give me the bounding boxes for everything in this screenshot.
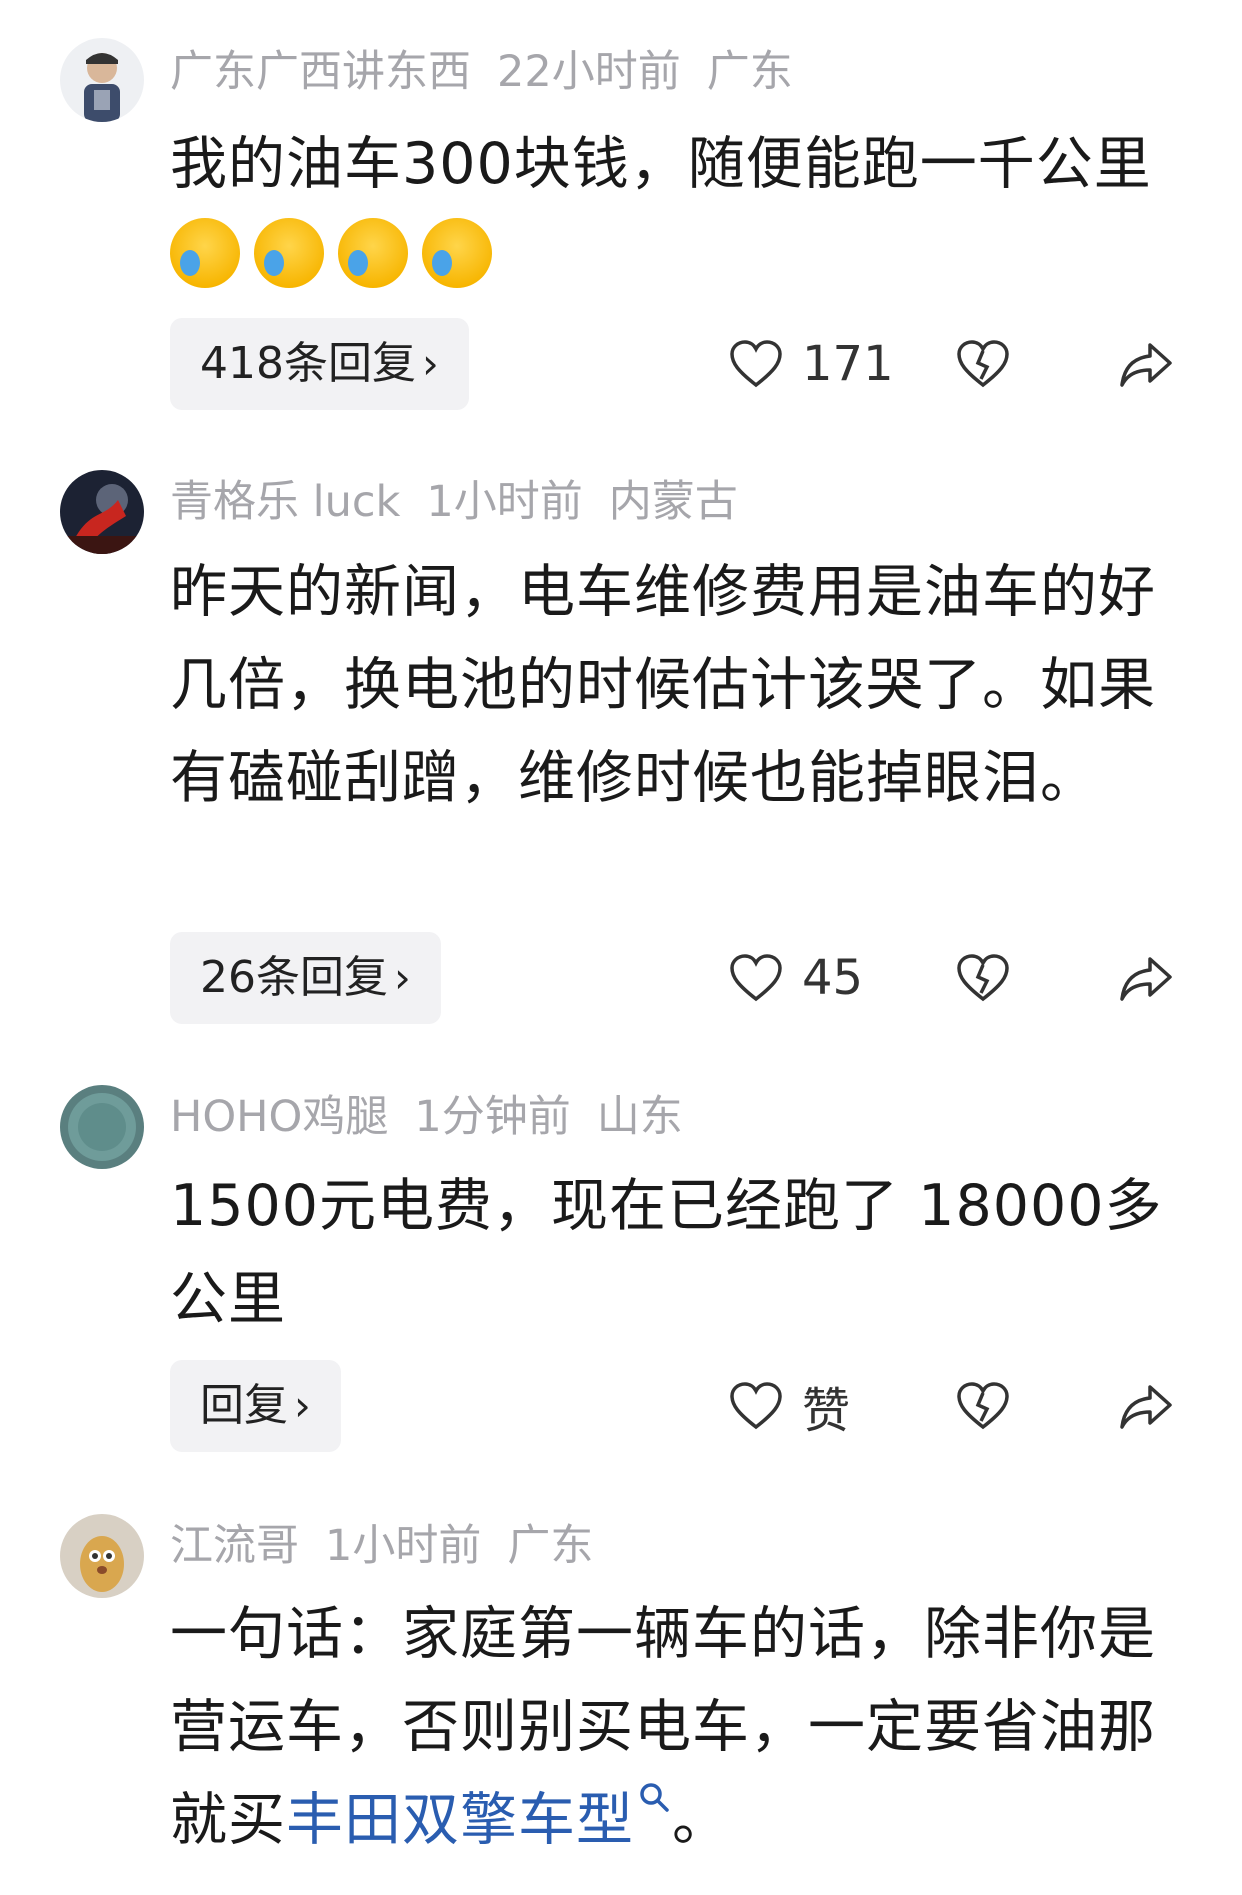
chevron-right-icon: › xyxy=(394,953,411,1002)
username[interactable]: 青格乐 luck xyxy=(170,477,400,527)
comment-meta: 青格乐 luck 1小时前 内蒙古 xyxy=(170,472,764,532)
laugh-cry-emoji xyxy=(338,218,408,288)
like-count: 171 xyxy=(802,336,894,392)
avatar[interactable] xyxy=(60,470,144,554)
location: 山东 xyxy=(596,1092,683,1142)
like-button[interactable]: 赞 xyxy=(728,1360,850,1452)
like-button[interactable]: 171 xyxy=(728,318,894,410)
comment-meta: 江流哥 1小时前 广东 xyxy=(170,1516,619,1576)
location: 内蒙古 xyxy=(608,477,738,527)
share-button[interactable] xyxy=(1118,318,1174,410)
laugh-cry-emoji xyxy=(254,218,324,288)
comment-text: 我的油车300块钱，随便能跑一千公里 xyxy=(170,118,1180,304)
comment-text: 一句话：家庭第一辆车的话，除非你是营运车，否则别买电车，一定要省油那就买丰田双擎… xyxy=(170,1601,1156,1853)
chevron-right-icon: › xyxy=(294,1381,311,1430)
comment-meta: 广东广西讲东西 22小时前 广东 xyxy=(170,42,819,102)
view-replies-button[interactable]: 418条回复 › xyxy=(170,318,469,410)
username[interactable]: 江流哥 xyxy=(170,1521,299,1571)
like-count: 45 xyxy=(802,950,864,1006)
avatar[interactable] xyxy=(60,38,144,122)
username[interactable]: HOHO鸡腿 xyxy=(170,1092,388,1142)
like-button[interactable]: 45 xyxy=(728,932,863,1024)
location: 广东 xyxy=(507,1521,594,1571)
heart-outline-icon xyxy=(730,1382,782,1430)
broken-heart-icon xyxy=(957,340,1009,388)
reply-button[interactable]: 回复 › xyxy=(170,1360,341,1452)
timestamp: 1小时前 xyxy=(426,477,583,527)
laugh-cry-emoji xyxy=(422,218,492,288)
laugh-cry-emoji xyxy=(170,218,240,288)
share-button[interactable] xyxy=(1118,1360,1174,1452)
like-label: 赞 xyxy=(802,1383,851,1439)
dislike-button[interactable] xyxy=(955,1360,1011,1452)
broken-heart-icon xyxy=(957,1382,1009,1430)
comment-text: 昨天的新闻，电车维修费用是油车的好几倍，换电池的时候估计该哭了。如果有磕碰刮蹭，… xyxy=(170,559,1156,811)
dislike-button[interactable] xyxy=(955,932,1011,1024)
share-arrow-icon xyxy=(1120,343,1172,387)
timestamp: 22小时前 xyxy=(497,47,681,97)
heart-outline-icon xyxy=(730,340,782,388)
timestamp: 1小时前 xyxy=(325,1521,482,1571)
share-arrow-icon xyxy=(1120,1385,1172,1429)
comment-text: 1500元电费，现在已经跑了 18000多公里 xyxy=(170,1173,1163,1332)
avatar[interactable] xyxy=(60,1514,144,1598)
dislike-button[interactable] xyxy=(955,318,1011,410)
share-button[interactable] xyxy=(1118,932,1174,1024)
location: 广东 xyxy=(706,47,793,97)
share-arrow-icon xyxy=(1120,957,1172,1001)
comment-meta: HOHO鸡腿 1分钟前 山东 xyxy=(170,1087,709,1147)
avatar[interactable] xyxy=(60,1085,144,1169)
chevron-right-icon: › xyxy=(421,339,439,388)
broken-heart-icon xyxy=(957,954,1009,1002)
search-icon xyxy=(640,1783,669,1812)
view-replies-button[interactable]: 26条回复 › xyxy=(170,932,441,1024)
timestamp: 1分钟前 xyxy=(414,1092,571,1142)
username[interactable]: 广东广西讲东西 xyxy=(170,47,471,97)
search-link[interactable]: 丰田双擎车型 xyxy=(286,1783,672,1853)
heart-outline-icon xyxy=(730,954,782,1002)
